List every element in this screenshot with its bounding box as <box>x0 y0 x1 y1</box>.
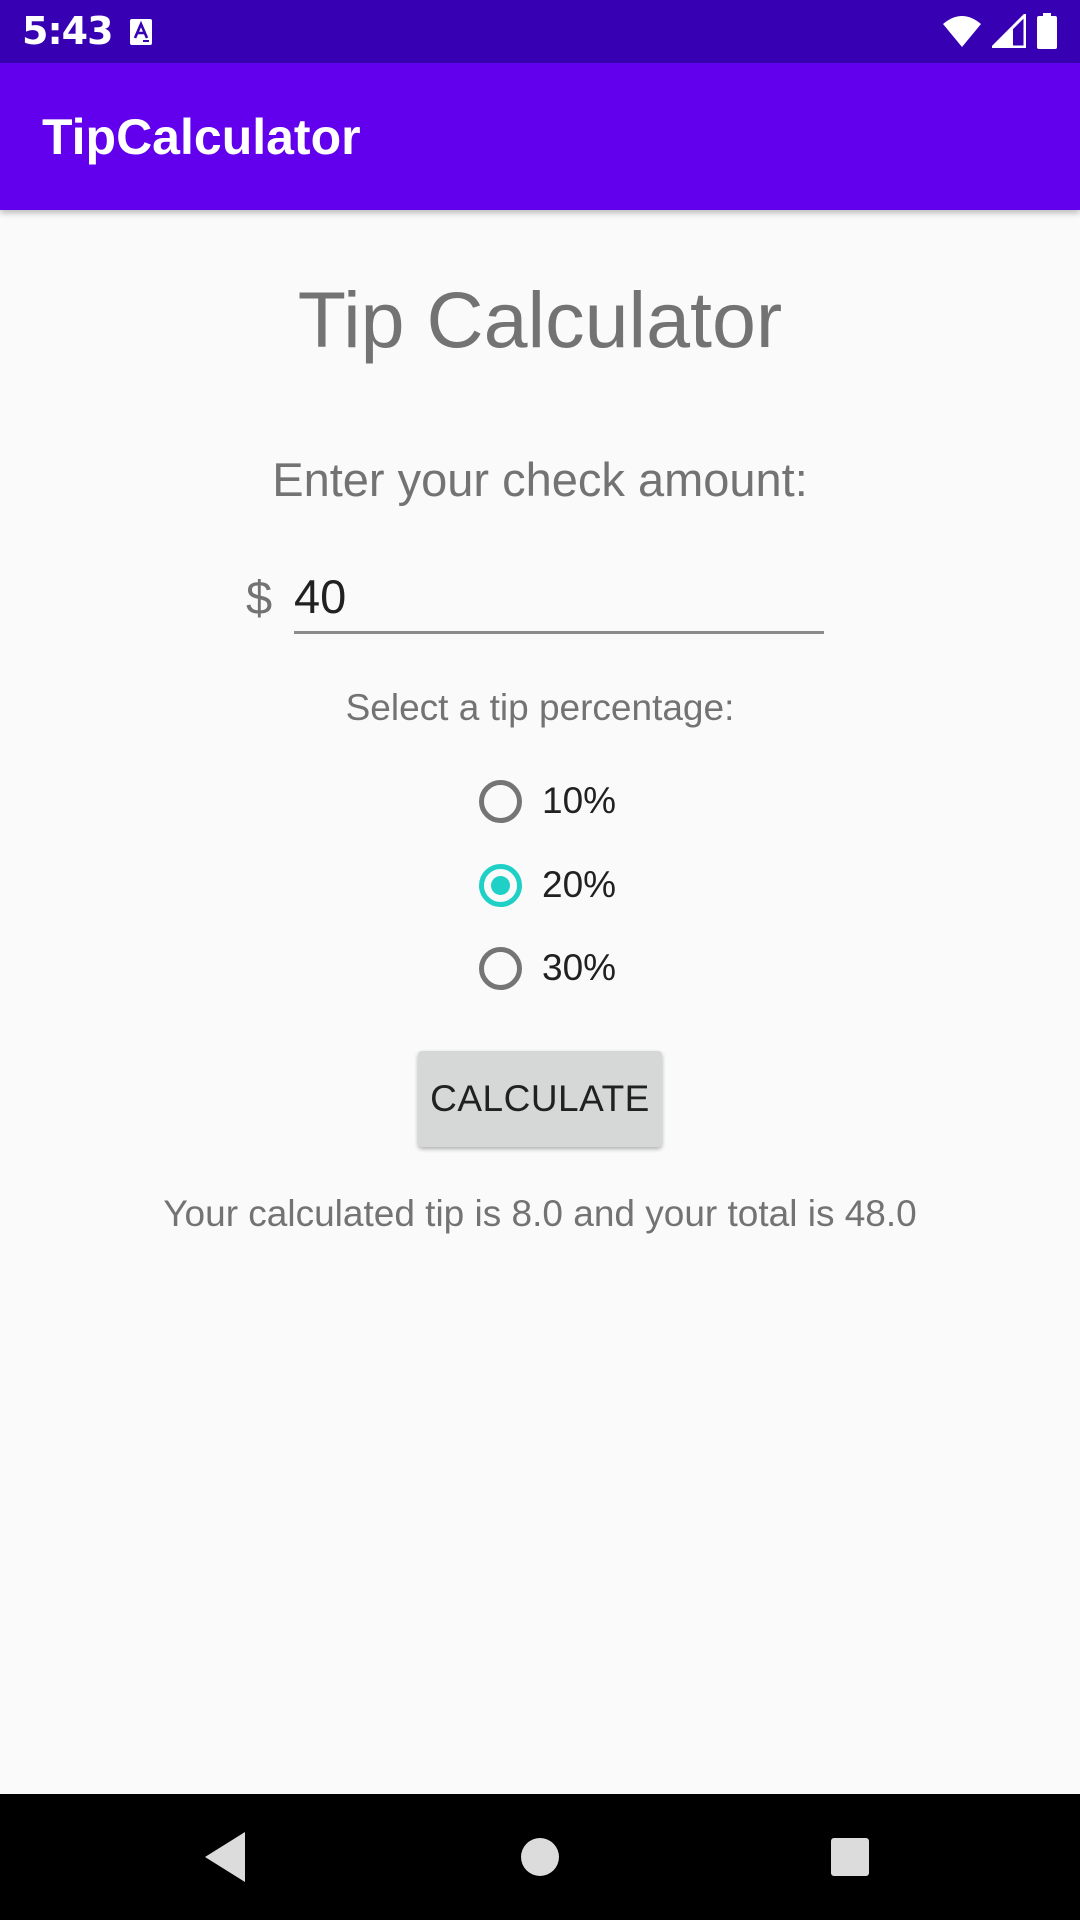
tip-option-30[interactable]: 30% <box>476 938 616 998</box>
tip-option-label: 30% <box>542 947 617 988</box>
radio-unchecked-icon[interactable] <box>479 946 522 990</box>
battery-icon <box>1037 13 1057 49</box>
result-text: Your calculated tip is 8.0 and your tota… <box>163 1193 917 1234</box>
notification-a-icon <box>130 19 152 45</box>
wifi-icon <box>943 16 981 47</box>
tip-option-label: 10% <box>542 780 617 821</box>
signal-icon <box>992 14 1026 48</box>
check-amount-prompt: Enter your check amount: <box>272 453 808 506</box>
navigation-bar <box>0 1794 1080 1920</box>
calculate-button[interactable]: CALCULATE <box>418 1051 662 1147</box>
tip-option-label: 20% <box>542 864 617 905</box>
status-icons <box>942 13 1058 49</box>
recents-icon[interactable] <box>817 1824 883 1890</box>
page-title: Tip Calculator <box>297 275 783 364</box>
back-icon[interactable] <box>193 1824 259 1890</box>
status-bar: 5:43 <box>0 0 1080 63</box>
currency-symbol: $ <box>246 571 273 624</box>
app-title: TipCalculator <box>42 109 361 165</box>
home-icon[interactable] <box>507 1824 573 1890</box>
check-amount-input[interactable] <box>294 562 824 634</box>
app-bar: TipCalculator <box>0 63 1080 210</box>
radio-checked-icon[interactable] <box>479 863 522 907</box>
tip-option-10[interactable]: 10% <box>476 771 616 831</box>
tip-option-20[interactable]: 20% <box>476 855 616 915</box>
status-time: 5:43 <box>22 9 114 53</box>
radio-unchecked-icon[interactable] <box>479 779 522 823</box>
tip-percentage-label: Select a tip percentage: <box>345 687 735 728</box>
